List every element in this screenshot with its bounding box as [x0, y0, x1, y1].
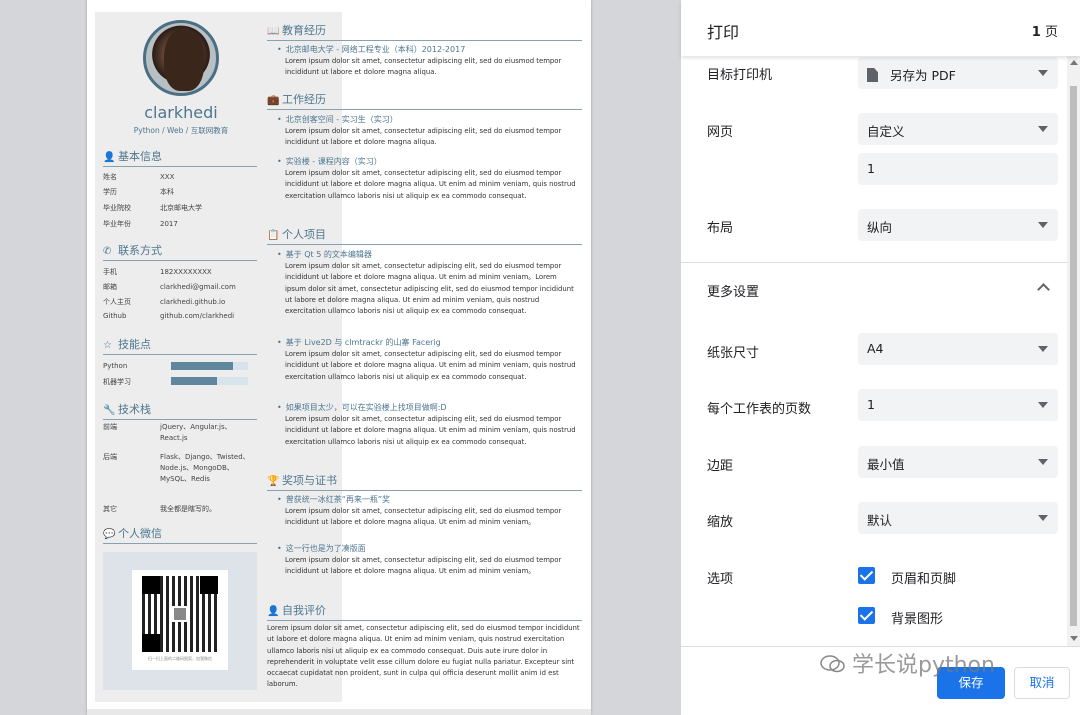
dropdown-arrow-icon	[1038, 222, 1048, 228]
star-icon: ☆	[103, 340, 112, 351]
dropdown-arrow-icon	[1038, 515, 1048, 521]
headers-footers-checkbox[interactable]	[858, 567, 875, 584]
page-count: 1 页	[1031, 25, 1058, 40]
project-item: 基于 Qt 5 的文本编辑器Lorem ipsum dolor sit amet…	[277, 249, 577, 317]
dropdown-arrow-icon	[1038, 459, 1048, 465]
dropdown-arrow-icon	[1038, 346, 1048, 352]
dropdown-arrow-icon	[1038, 70, 1048, 76]
wechat-icon	[820, 655, 845, 673]
section-self-evaluation: 👤 自我评价	[267, 602, 582, 621]
project-item: 基于 Live2D 与 clmtrackr 的山寨 FacerigLorem i…	[277, 337, 577, 383]
more-settings-toggle[interactable]: 更多设置	[707, 281, 759, 300]
resume-name: clarkhedi	[144, 103, 218, 122]
scroll-up-icon[interactable]	[1070, 60, 1078, 65]
qr-caption: 扫一扫上面的二维码图案，加我微信	[148, 656, 212, 661]
print-settings-panel: 打印 1 页 目标打印机 另存为 PDF 网页 自定义 1 布局 纵向 更多设置…	[681, 0, 1080, 715]
scrollbar[interactable]	[1067, 56, 1080, 646]
skill-fill	[171, 362, 233, 370]
scroll-down-icon[interactable]	[1070, 636, 1078, 641]
scale-select[interactable]: 默认	[858, 502, 1058, 534]
info-row: 学历 本科	[103, 188, 174, 196]
skill-row: Python	[103, 362, 248, 370]
pages-per-sheet-select[interactable]: 1	[858, 389, 1058, 421]
contact-row: 手机 182XXXXXXXX	[103, 268, 212, 276]
person-icon: 👤	[267, 606, 280, 617]
section-tech-stack: 🔧 技术栈	[103, 401, 257, 420]
headers-footers-label[interactable]: 页眉和页脚	[891, 568, 956, 587]
background-graphics-checkbox[interactable]	[858, 607, 875, 624]
chevron-up-icon[interactable]	[1037, 283, 1050, 296]
award-item: 这一行也是为了凑版面Lorem ipsum dolor sit amet, co…	[277, 543, 577, 578]
options-label: 选项	[707, 572, 734, 587]
next-page-edge	[87, 709, 591, 715]
contact-row: Github github.com/clarkhedi	[103, 312, 235, 320]
project-item: 如果项目太少，可以在实验楼上找项目做啊:DLorem ipsum dolor s…	[277, 402, 577, 448]
section-awards: 🏆 奖项与证书	[267, 472, 582, 491]
dropdown-arrow-icon	[1038, 126, 1048, 132]
contact-row: 个人主页 clarkhedi.github.io	[103, 298, 226, 306]
phone-icon: ✆	[103, 246, 112, 257]
award-item: 曾获统一冰红茶“再来一瓶”奖Lorem ipsum dolor sit amet…	[277, 494, 577, 529]
qr-box: 扫一扫上面的二维码图案，加我微信	[103, 552, 257, 690]
user-icon: 👤	[103, 152, 116, 163]
skill-bar	[171, 362, 248, 370]
info-row: 姓名 XXX	[103, 173, 175, 181]
background-graphics-label[interactable]: 背景图形	[891, 608, 943, 627]
destination-select[interactable]: 另存为 PDF	[858, 57, 1058, 89]
resume-tagline: Python / Web / 互联网教育	[133, 126, 229, 135]
skill-fill	[171, 377, 218, 385]
document-icon	[867, 68, 878, 82]
contact-row: 邮箱 clarkhedi@gmail.com	[103, 283, 236, 291]
print-header: 打印 1 页	[681, 0, 1080, 56]
margins-select[interactable]: 最小值	[858, 446, 1058, 478]
qr-code	[142, 576, 218, 652]
pages-per-sheet-label: 每个工作表的页数	[707, 402, 812, 417]
margins-label: 边距	[707, 459, 734, 474]
education-item: 北京邮电大学 - 网络工程专业（本科）2012-2017Lorem ipsum …	[277, 44, 577, 79]
layout-select[interactable]: 纵向	[858, 209, 1058, 241]
watermark: 学长说python	[820, 647, 995, 679]
print-preview: clarkhedi Python / Web / 互联网教育 👤 基本信息 姓名 X…	[0, 0, 681, 715]
briefcase-icon: 💼	[267, 95, 280, 106]
section-projects: 📋 个人项目	[267, 226, 582, 245]
scroll-thumb[interactable]	[1070, 86, 1077, 626]
qr-card: 扫一扫上面的二维码图案，加我微信	[132, 570, 228, 670]
paper-size-select[interactable]: A4	[858, 333, 1058, 365]
custom-pages-input[interactable]: 1	[858, 153, 1058, 185]
clipboard-icon: 📋	[267, 230, 280, 241]
cancel-button[interactable]: 取消	[1014, 667, 1070, 699]
pages-label: 网页	[707, 125, 734, 140]
section-basic-info: 👤 基本信息	[103, 148, 257, 167]
avatar	[143, 20, 219, 96]
info-row: 毕业院校 北京邮电大学	[103, 204, 202, 212]
trophy-icon: 🏆	[267, 476, 280, 487]
self-evaluation-text: Lorem ipsum dolor sit amet, consectetur …	[267, 624, 580, 689]
destination-label: 目标打印机	[707, 68, 773, 83]
chat-icon: 💬	[103, 529, 116, 540]
wrench-icon: 🔧	[103, 405, 116, 416]
skill-row: 机器学习	[103, 377, 248, 387]
pages-select[interactable]: 自定义	[858, 113, 1058, 145]
divider	[681, 262, 1069, 263]
section-contact: ✆ 联系方式	[103, 242, 257, 261]
section-education: 📖 教育经历	[267, 22, 582, 41]
book-icon: 📖	[267, 26, 280, 37]
layout-label: 布局	[707, 221, 734, 236]
work-item: 实验楼 - 课程内容（实习）Lorem ipsum dolor sit amet…	[277, 156, 577, 202]
dropdown-arrow-icon	[1038, 402, 1048, 408]
section-skills: ☆ 技能点	[103, 336, 257, 355]
paper-size-label: 纸张尺寸	[707, 346, 760, 361]
section-wechat: 💬 个人微信	[103, 525, 257, 544]
section-work: 💼 工作经历	[267, 91, 582, 110]
scale-label: 缩放	[707, 515, 734, 530]
print-title: 打印	[707, 23, 740, 42]
work-item: 北京创客空间 - 实习生（实习）Lorem ipsum dolor sit am…	[277, 114, 577, 149]
resume-page: clarkhedi Python / Web / 互联网教育 👤 基本信息 姓名 X…	[87, 0, 591, 715]
info-row: 毕业年份 2017	[103, 220, 178, 228]
skill-bar	[171, 377, 248, 385]
